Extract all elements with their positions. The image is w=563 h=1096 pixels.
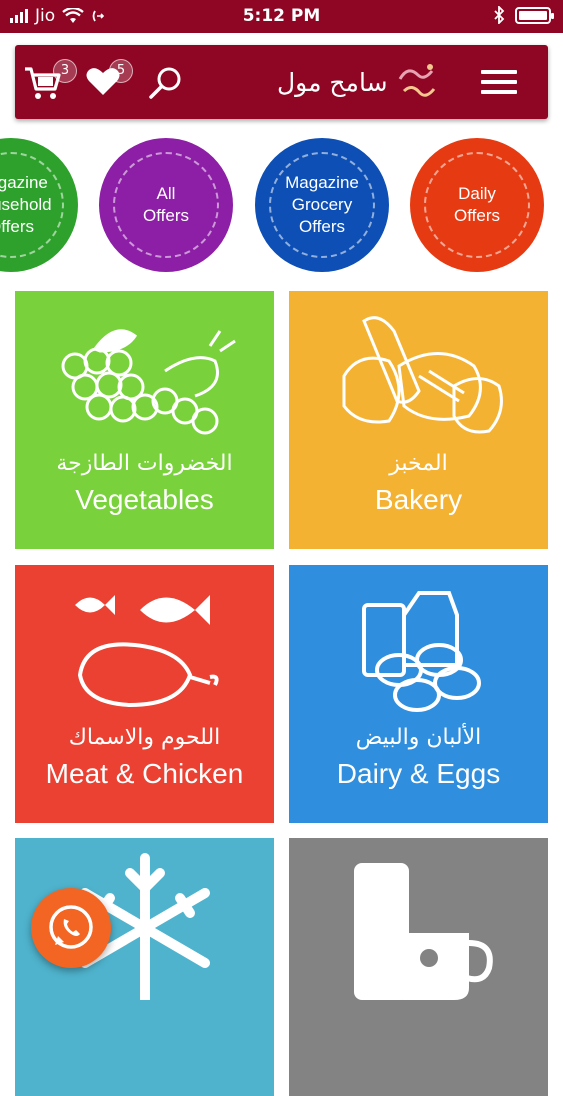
offer-daily[interactable]: Daily Offers xyxy=(410,138,544,272)
battery-icon xyxy=(515,6,554,24)
cart-button[interactable]: 3 xyxy=(23,59,77,103)
search-button[interactable] xyxy=(148,65,184,101)
hamburger-menu-icon xyxy=(481,70,517,94)
category-bakery[interactable]: المخبز Bakery xyxy=(289,291,548,549)
category-arabic-label: الألبان والبيض xyxy=(355,725,482,750)
category-meat-chicken[interactable]: اللحوم والاسماك Meat & Chicken xyxy=(15,565,274,823)
offers-carousel[interactable]: Magazine Household Offers All Offers Mag… xyxy=(0,136,563,276)
wishlist-button[interactable]: 5 xyxy=(85,59,133,101)
category-arabic-label: اللحوم والاسماك xyxy=(68,725,221,750)
bread-icon xyxy=(342,316,503,434)
meat-fish-icon xyxy=(75,595,219,708)
category-english-label: Bakery xyxy=(374,484,463,515)
category-english-label: Vegetables xyxy=(75,484,214,515)
whatsapp-icon xyxy=(49,905,93,949)
category-english-label: Meat & Chicken xyxy=(45,758,244,789)
category-english-label: Dairy & Eggs xyxy=(336,758,501,789)
clock: 5:12 PM xyxy=(242,6,321,26)
cup-icon xyxy=(354,863,493,1000)
app-logo: سامح مول xyxy=(277,59,440,105)
category-arabic-label: الخضروات الطازجة xyxy=(56,451,233,476)
category-vegetables[interactable]: الخضروات الطازجة Vegetables xyxy=(15,291,274,549)
logo-mark-icon xyxy=(398,64,435,97)
offer-magazine-grocery[interactable]: Magazine Grocery Offers xyxy=(255,138,389,272)
offer-household[interactable]: Magazine Household Offers xyxy=(0,138,78,272)
search-icon xyxy=(149,67,181,99)
category-household[interactable] xyxy=(289,838,548,1096)
bluetooth-icon xyxy=(494,6,505,24)
cart-count-badge: 3 xyxy=(53,59,77,83)
whatsapp-button[interactable] xyxy=(31,888,111,968)
menu-button[interactable] xyxy=(481,68,517,96)
vegetables-icon xyxy=(61,329,236,435)
status-bar: Jio 5:12 PM xyxy=(0,0,563,33)
app-name: سامح مول xyxy=(277,67,388,97)
dairy-eggs-icon xyxy=(362,591,481,712)
category-dairy-eggs[interactable]: الألبان والبيض Dairy & Eggs xyxy=(289,565,548,823)
offer-all[interactable]: All Offers xyxy=(99,138,233,272)
app-header: 3 5 سامح مول xyxy=(15,45,548,119)
category-arabic-label: المخبز xyxy=(389,451,448,476)
wishlist-count-badge: 5 xyxy=(109,59,133,83)
